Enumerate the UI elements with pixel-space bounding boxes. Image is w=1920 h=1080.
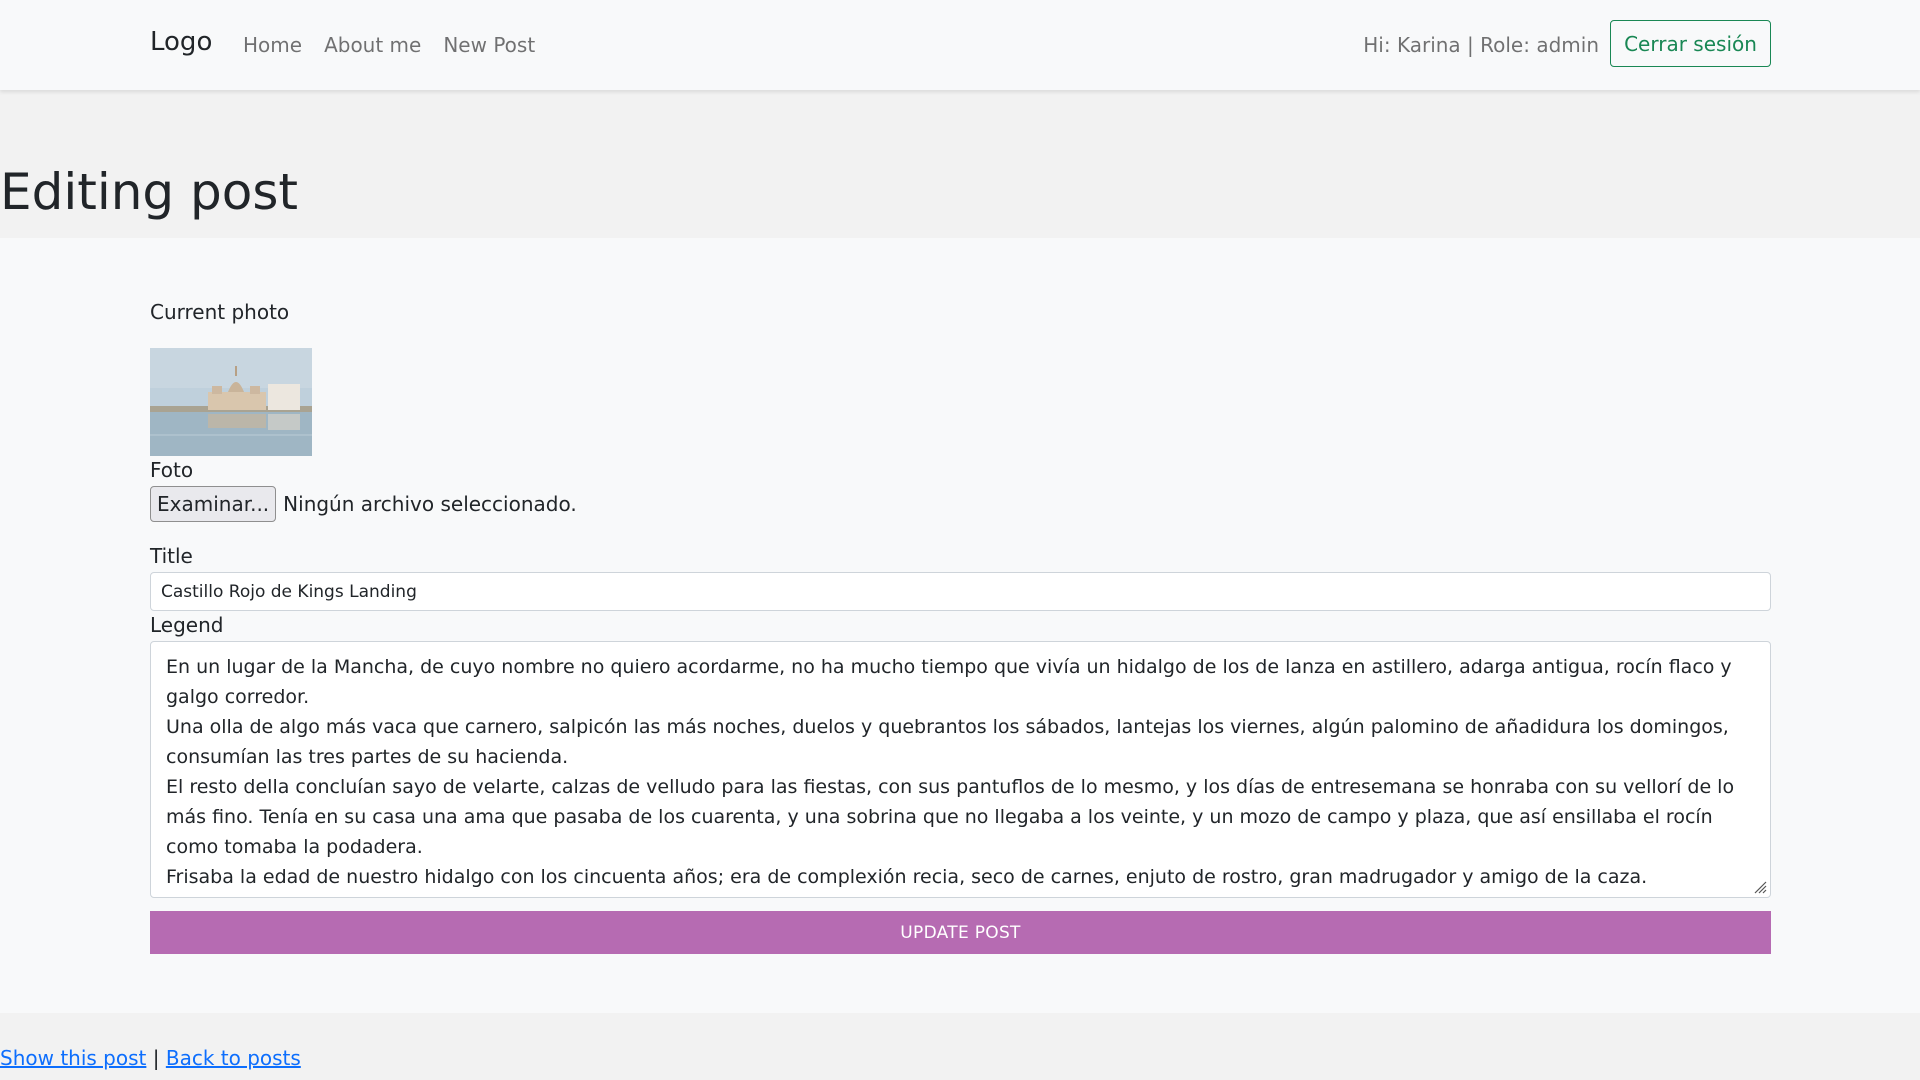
file-input: Examinar... Ningún archivo seleccionado. xyxy=(150,486,577,522)
legend-label: Legend xyxy=(150,613,224,637)
file-status-text: Ningún archivo seleccionado. xyxy=(283,492,577,516)
brand-logo[interactable]: Logo xyxy=(150,27,212,57)
logout-button[interactable]: Cerrar sesión xyxy=(1610,20,1771,67)
update-post-button[interactable]: UPDATE POST xyxy=(150,911,1771,954)
legend-paragraph: En un lugar de la Mancha, de cuyo nombre… xyxy=(166,656,1732,708)
back-to-posts-link[interactable]: Back to posts xyxy=(166,1046,301,1070)
legend-textarea[interactable]: En un lugar de la Mancha, de cuyo nombre… xyxy=(150,641,1771,898)
browse-file-button[interactable]: Examinar... xyxy=(150,486,277,522)
legend-paragraph: El resto della concluían sayo de velarte… xyxy=(166,776,1735,858)
navbar: Logo Home About me New Post Hi: Karina |… xyxy=(0,0,1920,90)
title-input[interactable] xyxy=(150,572,1771,611)
nav-link-about-me[interactable]: About me xyxy=(324,33,421,57)
parliament-building-image xyxy=(150,348,312,456)
title-label: Title xyxy=(150,544,193,568)
nav-link-new-post[interactable]: New Post xyxy=(443,33,535,57)
photo-field-label: Foto xyxy=(150,458,194,482)
current-photo-image xyxy=(150,348,312,456)
legend-paragraph: Frisaba la edad de nuestro hidalgo con l… xyxy=(166,866,1648,888)
legend-paragraph: Una olla de algo más vaca que carnero, s… xyxy=(166,716,1729,768)
footer-links: Show this post | Back to posts xyxy=(0,1046,301,1070)
link-separator: | xyxy=(152,1046,160,1070)
nav-links: Home About me New Post xyxy=(243,33,535,57)
page-title: Editing post xyxy=(0,163,299,221)
show-post-link[interactable]: Show this post xyxy=(0,1046,146,1070)
resize-handle-icon[interactable] xyxy=(1753,880,1767,894)
current-photo-label: Current photo xyxy=(150,300,290,324)
nav-link-home[interactable]: Home xyxy=(243,33,302,57)
user-greeting: Hi: Karina | Role: admin xyxy=(1363,33,1599,57)
